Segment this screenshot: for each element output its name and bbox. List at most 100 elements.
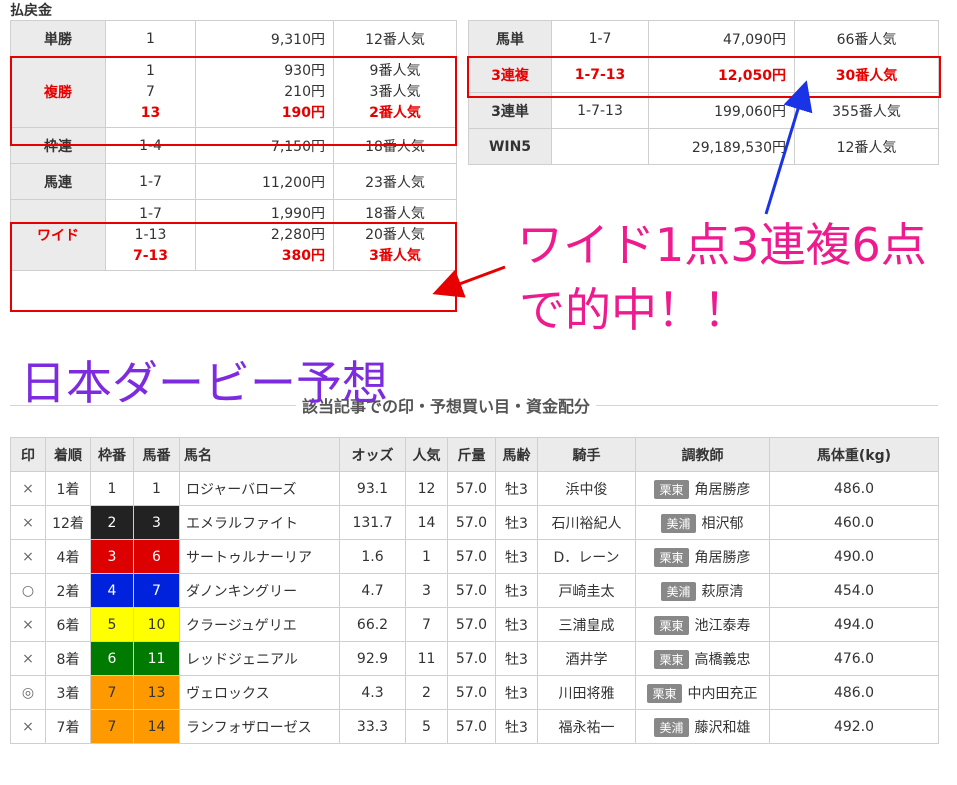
umaban-cell: 14 bbox=[133, 709, 180, 744]
odds-cell: 93.1 bbox=[339, 471, 406, 506]
popularity-cell: 5 bbox=[405, 709, 448, 744]
trainer-name: 角居勝彦 bbox=[694, 481, 751, 498]
arrow-to-sanrenpuku bbox=[764, 80, 813, 215]
weight-carried-cell: 57.0 bbox=[447, 471, 496, 506]
odds-cell: 33.3 bbox=[339, 709, 406, 744]
jockey-cell: 福永祐一 bbox=[537, 709, 636, 744]
odds-cell: 131.7 bbox=[339, 505, 406, 540]
rank-cell: 1着 bbox=[45, 471, 91, 506]
trainer-cell: 栗東 池江泰寿 bbox=[635, 607, 770, 642]
mark-cell: × bbox=[10, 505, 46, 540]
horse-name-cell: レッドジェニアル bbox=[179, 641, 340, 676]
umaban-cell: 13 bbox=[133, 675, 180, 710]
trainer-name: 高橋義忠 bbox=[694, 651, 751, 668]
waku-cell: 7 bbox=[90, 709, 134, 744]
age-cell: 牡3 bbox=[495, 641, 538, 676]
column-header: 騎手 bbox=[537, 437, 636, 472]
rank-cell: 2着 bbox=[45, 573, 91, 608]
horse-weight-cell: 490.0 bbox=[769, 539, 939, 574]
waku-cell: 1 bbox=[90, 471, 134, 506]
age-cell: 牡3 bbox=[495, 505, 538, 540]
trainer-name: 萩原清 bbox=[701, 583, 744, 600]
column-header: 印 bbox=[10, 437, 46, 472]
mark-cell: × bbox=[10, 607, 46, 642]
age-cell: 牡3 bbox=[495, 573, 538, 608]
umaban-cell: 10 bbox=[133, 607, 180, 642]
overlay-title: 日本ダービー予想 bbox=[20, 356, 388, 410]
mark-cell: × bbox=[10, 641, 46, 676]
arrow-to-wide bbox=[432, 265, 506, 298]
horse-name-cell: ヴェロックス bbox=[179, 675, 340, 710]
table-row: ○ 2着 4 7 ダノンキングリー 4.7 3 57.0 牡3 戸崎圭太 美浦 萩原清 454.0 bbox=[10, 573, 939, 608]
table-row: × 7着 7 14 ランフォザローゼス 33.3 5 57.0 牡3 福永祐一 美浦 藤沢和雄 492.… bbox=[10, 709, 939, 744]
mark-cell: × bbox=[10, 709, 46, 744]
waku-cell: 4 bbox=[90, 573, 134, 608]
table-row: × 6着 5 10 クラージュゲリエ 66.2 7 57.0 牡3 三浦皇成 栗東 池江泰寿 494.0 bbox=[10, 607, 939, 642]
mark-cell: × bbox=[10, 539, 46, 574]
odds-cell: 92.9 bbox=[339, 641, 406, 676]
horse-name-cell: ダノンキングリー bbox=[179, 573, 340, 608]
umaban-cell: 7 bbox=[133, 573, 180, 608]
horse-name-cell: クラージュゲリエ bbox=[179, 607, 340, 642]
rank-cell: 3着 bbox=[45, 675, 91, 710]
rank-cell: 6着 bbox=[45, 607, 91, 642]
trainer-name: 中内田充正 bbox=[687, 685, 758, 702]
region-badge: 栗東 bbox=[647, 683, 682, 703]
horse-weight-cell: 454.0 bbox=[769, 573, 939, 608]
prediction-table: 印着順 枠番 馬番 馬名 オッズ 人気 斤量 馬齢 騎手 調教師 馬体重(kg) × 1着 1 1 ロジャー… bbox=[10, 437, 939, 744]
jockey-cell: D．レーン bbox=[537, 539, 636, 574]
trainer-cell: 栗東 中内田充正 bbox=[635, 675, 770, 710]
jockey-cell: 戸崎圭太 bbox=[537, 573, 636, 608]
region-badge: 美浦 bbox=[661, 513, 696, 533]
jockey-cell: 酒井学 bbox=[537, 641, 636, 676]
trainer-name: 相沢郁 bbox=[701, 515, 744, 532]
weight-carried-cell: 57.0 bbox=[447, 505, 496, 540]
rank-cell: 12着 bbox=[45, 505, 91, 540]
region-badge: 栗東 bbox=[654, 615, 689, 635]
mark-cell: × bbox=[10, 471, 46, 506]
horse-weight-cell: 476.0 bbox=[769, 641, 939, 676]
odds-cell: 1.6 bbox=[339, 539, 406, 574]
umaban-cell: 11 bbox=[133, 641, 180, 676]
horse-name-cell: ランフォザローゼス bbox=[179, 709, 340, 744]
table-row: × 4着 3 6 サートゥルナーリア 1.6 1 57.0 牡3 D．レーン 栗東 角居勝彦 490.0 bbox=[10, 539, 939, 574]
region-badge: 美浦 bbox=[661, 581, 696, 601]
rank-cell: 4着 bbox=[45, 539, 91, 574]
trainer-cell: 栗東 角居勝彦 bbox=[635, 539, 770, 574]
umaban-cell: 6 bbox=[133, 539, 180, 574]
annotation-line2: で的中！！ bbox=[519, 283, 749, 337]
annotation-line1: ワイド1点3連複6点 bbox=[517, 218, 927, 272]
age-cell: 牡3 bbox=[495, 709, 538, 744]
column-header: 調教師 bbox=[635, 437, 770, 472]
odds-cell: 4.3 bbox=[339, 675, 406, 710]
column-header: 人気 bbox=[405, 437, 448, 472]
popularity-cell: 7 bbox=[405, 607, 448, 642]
column-header: オッズ bbox=[339, 437, 406, 472]
age-cell: 牡3 bbox=[495, 539, 538, 574]
table-row: × 12着 2 3 エメラルファイト 131.7 14 57.0 牡3 石川裕紀人 美浦 相沢郁 460… bbox=[10, 505, 939, 540]
odds-cell: 4.7 bbox=[339, 573, 406, 608]
waku-cell: 3 bbox=[90, 539, 134, 574]
table-row: × 1着 1 1 ロジャーバローズ 93.1 12 57.0 牡3 浜中俊 栗東 角居勝彦 486.0 bbox=[10, 471, 939, 506]
column-header: 馬体重(kg) bbox=[769, 437, 939, 472]
popularity-cell: 11 bbox=[405, 641, 448, 676]
popularity-cell: 3 bbox=[405, 573, 448, 608]
region-badge: 栗東 bbox=[654, 649, 689, 669]
horse-weight-cell: 492.0 bbox=[769, 709, 939, 744]
popularity-cell: 12 bbox=[405, 471, 448, 506]
jockey-cell: 三浦皇成 bbox=[537, 607, 636, 642]
weight-carried-cell: 57.0 bbox=[447, 573, 496, 608]
weight-carried-cell: 57.0 bbox=[447, 709, 496, 744]
column-header: 着順 bbox=[45, 437, 91, 472]
horse-weight-cell: 494.0 bbox=[769, 607, 939, 642]
umaban-cell: 3 bbox=[133, 505, 180, 540]
rank-cell: 8着 bbox=[45, 641, 91, 676]
trainer-name: 角居勝彦 bbox=[694, 549, 751, 566]
trainer-cell: 栗東 高橋義忠 bbox=[635, 641, 770, 676]
table-row: × 8着 6 11 レッドジェニアル 92.9 11 57.0 牡3 酒井学 栗東 高橋義忠 476.0 bbox=[10, 641, 939, 676]
weight-carried-cell: 57.0 bbox=[447, 607, 496, 642]
column-header: 馬齢 bbox=[495, 437, 538, 472]
mark-cell: ◎ bbox=[10, 675, 46, 710]
popularity-cell: 2 bbox=[405, 675, 448, 710]
waku-cell: 2 bbox=[90, 505, 134, 540]
